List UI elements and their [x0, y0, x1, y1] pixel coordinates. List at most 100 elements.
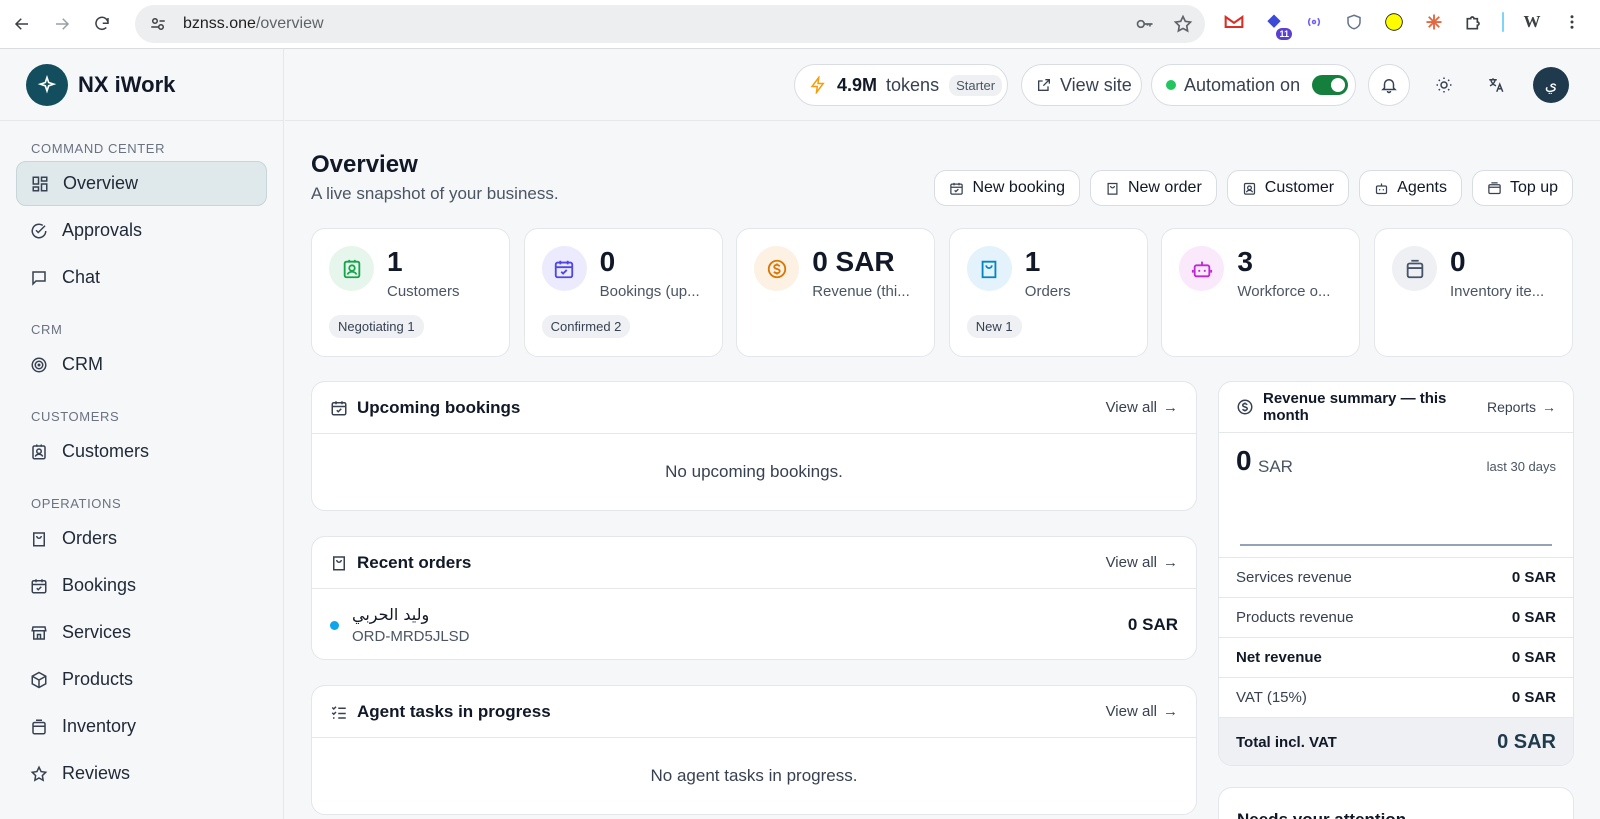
revenue-summary-card: Revenue summary — this month Reports → 0 … [1218, 381, 1574, 766]
url-path: /overview [255, 15, 324, 32]
automation-toggle[interactable]: Automation on [1151, 64, 1356, 106]
dollar-circle-icon [754, 246, 800, 291]
new-order-button[interactable]: New order [1089, 170, 1217, 206]
dollar-circle-icon [1236, 398, 1254, 416]
sidebar-item-bookings[interactable]: Bookings [16, 563, 267, 608]
revenue-period: last 30 days [1486, 459, 1556, 474]
sidebar-item-label: Products [62, 669, 134, 689]
top-bar: 4.9M tokens Starter View site Automation… [285, 49, 1600, 121]
stat-card-customers[interactable]: 1 Customers Negotiating 1 [311, 228, 510, 357]
row-label: VAT (15%) [1236, 689, 1307, 706]
sidebar-item-overview[interactable]: Overview [16, 161, 267, 206]
sidebar-item-label: Overview [63, 173, 139, 193]
row-label: Net revenue [1236, 649, 1322, 666]
stat-card-workforce[interactable]: 3 Workforce o... [1161, 228, 1361, 357]
url-text[interactable]: bznss.one/overview [183, 15, 324, 33]
sidebar-item-crm[interactable]: CRM [16, 342, 267, 387]
avatar[interactable]: ي [1533, 67, 1569, 103]
page-title: Overview [311, 151, 418, 178]
reports-link[interactable]: Reports → [1487, 399, 1556, 415]
revenue-row-net: Net revenue 0 SAR [1219, 637, 1573, 677]
view-all-link[interactable]: View all → [1106, 554, 1178, 571]
stat-card-bookings[interactable]: 0 Bookings (up... Confirmed 2 [523, 228, 723, 357]
wordpress-icon[interactable]: W [1520, 10, 1544, 34]
sidebar: NX iWork COMMAND CENTER Overview Approva… [0, 49, 284, 819]
teams-icon[interactable]: 11 [1262, 10, 1292, 40]
sidebar-item-label: Chat [62, 267, 101, 287]
site-settings-icon[interactable] [149, 14, 169, 34]
sidebar-item-approvals[interactable]: Approvals [16, 208, 267, 253]
button-label: Agents [1397, 179, 1447, 196]
claude-icon[interactable] [1422, 10, 1446, 34]
address-bar[interactable]: bznss.one/overview [135, 5, 1205, 43]
status-badge: Confirmed 2 [541, 315, 631, 338]
upcoming-bookings-card: Upcoming bookings View all → No upcoming … [311, 381, 1197, 511]
top-up-button[interactable]: Top up [1471, 170, 1573, 206]
arrow-right-icon: → [1542, 399, 1556, 415]
contact-icon [329, 246, 374, 291]
view-all-label: View all [1105, 554, 1157, 571]
stat-card-inventory[interactable]: 0 Inventory ite... [1374, 228, 1573, 357]
sidebar-item-services[interactable]: Services [16, 610, 267, 655]
sidebar-item-products[interactable]: Products [16, 657, 267, 702]
gmail-icon[interactable] [1222, 10, 1246, 34]
brand[interactable]: NX iWork [0, 49, 283, 121]
stat-label: Workforce o... [1237, 283, 1331, 300]
podcast-icon[interactable] [1302, 10, 1326, 34]
puzzle-icon[interactable] [1462, 10, 1486, 34]
target-icon [30, 356, 48, 374]
tokens-value: 4.9M [837, 74, 878, 95]
status-badge: New 1 [966, 315, 1022, 338]
stat-label: Inventory ite... [1450, 283, 1545, 300]
arrow-left-icon [14, 18, 28, 30]
url-domain: bznss.one [183, 15, 256, 32]
sun-icon [1435, 76, 1453, 94]
view-site-button[interactable]: View site [1021, 64, 1142, 106]
sidebar-item-customers[interactable]: Customers [16, 429, 267, 474]
chat-icon [30, 269, 48, 287]
stat-label: Customers [387, 283, 460, 300]
sidebar-item-chat[interactable]: Chat [16, 255, 267, 300]
key-icon[interactable] [1135, 14, 1155, 34]
stat-value: 0 SAR [812, 246, 895, 277]
status-dot [1166, 80, 1176, 90]
reports-label: Reports [1486, 399, 1536, 415]
view-all-link[interactable]: View all → [1106, 399, 1178, 416]
reload-button[interactable] [84, 6, 120, 42]
sidebar-item-reviews[interactable]: Reviews [16, 751, 267, 796]
more-menu-icon[interactable] [1560, 10, 1584, 34]
store-icon [30, 624, 48, 642]
table-row[interactable]: وليد الحربي ORD-MRD5JLSD 0 SAR [312, 589, 1196, 659]
notifications-button[interactable] [1368, 64, 1410, 106]
tokens-pill[interactable]: 4.9M tokens Starter [794, 64, 1008, 106]
sidebar-item-inventory[interactable]: Inventory [16, 704, 267, 749]
automation-switch[interactable] [1312, 75, 1349, 95]
sidebar-item-orders[interactable]: Orders [16, 516, 267, 561]
new-booking-button[interactable]: New booking [934, 170, 1080, 206]
bookmark-star-icon[interactable] [1173, 14, 1193, 34]
revenue-total-panel: 0 SAR last 30 days [1219, 433, 1573, 557]
archive-icon [1392, 246, 1437, 291]
bag-icon [330, 554, 348, 572]
stat-card-revenue[interactable]: 0 SAR Revenue (thi... [736, 228, 936, 357]
notification-badge: 11 [1276, 28, 1292, 40]
back-button[interactable] [4, 6, 40, 42]
customer-button[interactable]: Customer [1226, 170, 1350, 206]
stat-value: 1 [1024, 246, 1041, 277]
language-button[interactable] [1475, 64, 1517, 106]
snapchat-icon[interactable] [1382, 10, 1406, 34]
row-amount: 0 SAR [1511, 609, 1556, 626]
shield-icon[interactable] [1342, 10, 1366, 34]
bot-icon [1374, 181, 1389, 196]
extensions-area: 11 W [1222, 10, 1584, 40]
stat-card-orders[interactable]: 1 Orders New 1 [948, 228, 1148, 357]
theme-toggle-button[interactable] [1423, 64, 1465, 106]
agents-button[interactable]: Agents [1359, 170, 1462, 206]
stat-label: Bookings (up... [599, 283, 700, 300]
total-label: Total incl. VAT [1236, 733, 1337, 751]
forward-button[interactable] [44, 6, 80, 42]
view-all-link[interactable]: View all → [1106, 703, 1178, 720]
sidebar-item-label: Services [62, 622, 132, 642]
main-content: Overview A live snapshot of your busines… [285, 121, 1600, 819]
app-name: NX iWork [78, 71, 176, 97]
